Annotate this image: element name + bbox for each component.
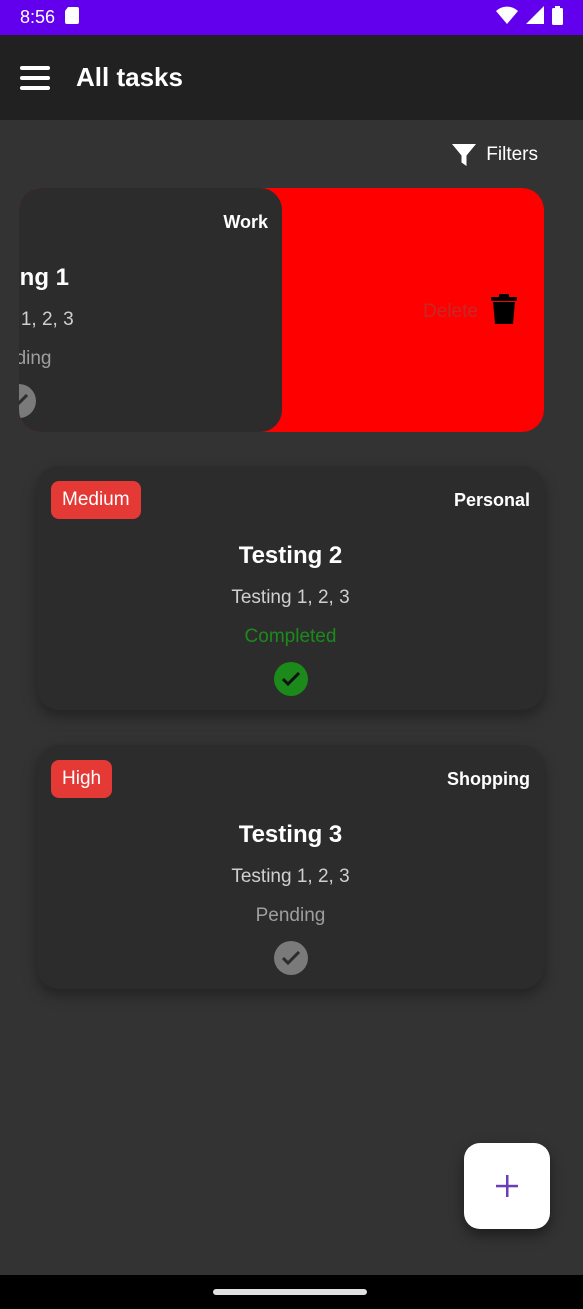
delete-label: Delete (423, 301, 478, 322)
task-title: Testing 3 (238, 821, 343, 848)
plus-icon (495, 1174, 519, 1198)
task-category: Work (223, 212, 268, 232)
wifi-icon (496, 6, 518, 29)
task-status: Completed (244, 626, 337, 647)
sd-card-icon (65, 6, 80, 29)
task-description: Testing 1, 2, 3 (231, 587, 350, 608)
task-title: ting 1 (19, 264, 69, 291)
filter-icon (452, 144, 477, 166)
swiped-task-card[interactable]: Delete Work ting 1 g 1, 2, 3 nding (19, 188, 544, 432)
system-navigation-bar (0, 1275, 583, 1309)
task-card[interactable]: High Shopping Testing 3 Testing 1, 2, 3 … (37, 745, 544, 989)
priority-badge: Medium (51, 481, 141, 519)
task-card-swiped[interactable]: Work ting 1 g 1, 2, 3 nding (19, 188, 282, 432)
status-time: 8:56 (20, 7, 56, 27)
task-category: Shopping (447, 769, 530, 789)
task-card[interactable]: Medium Personal Testing 2 Testing 1, 2, … (37, 466, 544, 710)
task-description: Testing 1, 2, 3 (231, 866, 350, 887)
check-circle-icon[interactable] (19, 384, 36, 418)
home-gesture-handle[interactable] (213, 1289, 367, 1295)
app-bar: All tasks (0, 35, 583, 120)
priority-badge: High (51, 760, 113, 798)
filters-button[interactable]: Filters (452, 144, 538, 166)
add-task-button[interactable] (464, 1143, 550, 1229)
task-status: nding (19, 348, 52, 369)
task-category: Personal (453, 490, 530, 510)
task-status: Pending (255, 905, 326, 926)
status-bar: 8:56 (0, 0, 583, 35)
task-description: g 1, 2, 3 (19, 309, 74, 330)
battery-icon (552, 5, 563, 30)
menu-icon[interactable] (20, 65, 50, 91)
check-circle-icon[interactable] (273, 941, 308, 975)
page-title: All tasks (76, 62, 183, 92)
task-title: Testing 2 (238, 542, 343, 569)
filters-label: Filters (486, 144, 538, 165)
signal-icon (526, 6, 544, 29)
check-circle-icon[interactable] (273, 662, 308, 696)
trash-icon[interactable] (488, 293, 520, 330)
